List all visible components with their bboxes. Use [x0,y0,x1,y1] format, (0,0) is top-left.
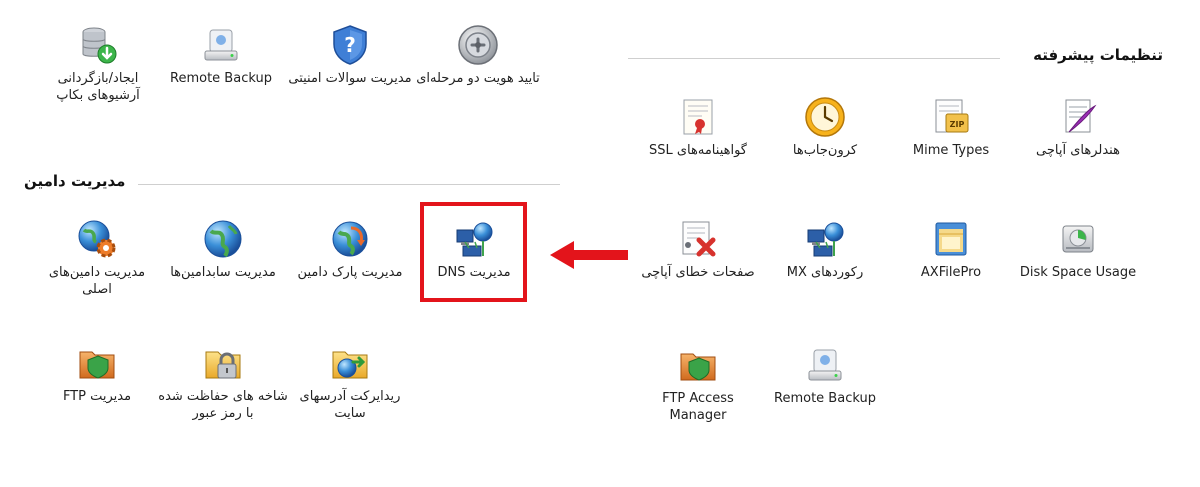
ftp-access-manager-label: FTP Access Manager [662,391,734,423]
error-page-icon [682,221,716,257]
redirects-item[interactable]: ریدایرکت آدرسهای سایت [285,342,415,422]
remote-backup-label: Remote Backup [774,391,876,406]
security-questions-item[interactable]: ? مدیریت سوالات امنیتی [285,24,415,87]
folder-lock-icon [205,351,241,379]
remote-backup-top-item[interactable]: Remote Backup [156,24,286,87]
svg-text:?: ? [344,33,356,57]
folder-shield-icon [79,351,115,379]
dns-highlight-box [420,202,527,302]
backup-archives-item[interactable]: ایجاد/بازگردانی آرشیوهای بکاپ [33,24,163,104]
protected-directories-item[interactable]: شاخه های حفاظت شده با رمز عبور [158,342,288,422]
mx-records-label: رکوردهای MX [786,265,864,280]
axfilepro-item[interactable]: AXFilePro [886,218,1016,281]
main-domains-label: مدیریت دامین‌های اصلی [48,265,146,297]
disk-space-usage-item[interactable]: Disk Space Usage [1013,218,1143,281]
domain-management-divider [138,184,560,185]
backup-archives-label: ایجاد/بازگردانی آرشیوهای بکاپ [56,71,140,103]
shield-question-icon: ? [333,25,367,65]
protected-directories-label: شاخه های حفاظت شده با رمز عبور [158,389,288,421]
folder-globe-icon [332,351,368,379]
ftp-management-label: مدیریت FTP [62,389,132,404]
drive-icon [204,29,238,61]
apache-handlers-item[interactable]: هندلرهای آپاچی [1013,96,1143,159]
apache-error-pages-item[interactable]: صفحات خطای آپاچی [633,218,763,281]
globe-gear-icon [78,220,116,258]
subdomains-item[interactable]: مدیریت سابدامین‌ها [158,218,288,281]
domain-management-header: مدیریت دامین [24,172,560,192]
certificate-icon [683,99,713,135]
parked-domains-item[interactable]: مدیریت پارک دامین [285,218,415,281]
ftp-management-item[interactable]: مدیریت FTP [32,342,162,405]
database-download-icon [82,27,117,64]
mime-types-label: Mime Types [912,143,990,158]
domain-management-title: مدیریت دامین [24,172,126,190]
ssl-certificates-item[interactable]: گواهینامه‌های SSL [633,96,763,159]
globe-icon [204,220,242,258]
remote-backup-item[interactable]: Remote Backup [760,344,890,407]
advanced-settings-divider [628,58,1000,59]
advanced-settings-header: تنظیمات پیشرفته [628,46,1163,66]
apache-handlers-label: هندلرهای آپاچی [1036,143,1120,158]
main-domains-item[interactable]: مدیریت دامین‌های اصلی [32,218,162,298]
mx-records-item[interactable]: رکوردهای MX [760,218,890,281]
network-globe-icon [807,222,844,257]
ftp-access-manager-item[interactable]: FTP Access Manager [633,344,763,424]
advanced-settings-title: تنظیمات پیشرفته [1033,46,1163,64]
dial-gear-icon [458,25,498,65]
file-window-icon [935,222,967,256]
ssl-certificates-label: گواهینامه‌های SSL [649,143,747,158]
clock-icon [805,97,845,137]
mime-types-item[interactable]: ZIP Mime Types [886,96,1016,159]
axfilepro-label: AXFilePro [920,265,982,280]
red-arrow-icon [550,241,628,269]
document-feather-icon [1065,99,1097,133]
parked-domains-label: مدیریت پارک دامین [297,265,403,280]
security-questions-label: مدیریت سوالات امنیتی [288,71,412,86]
subdomains-label: مدیریت سابدامین‌ها [170,265,276,280]
globe-arrow-icon [332,221,368,257]
two-factor-auth-label: تایید هویت دو مرحله‌ای [416,71,540,86]
remote-backup-top-label: Remote Backup [170,71,272,86]
redirects-label: ریدایرکت آدرسهای سایت [299,389,401,421]
two-factor-auth-item[interactable]: تایید هویت دو مرحله‌ای [413,24,543,87]
zip-file-icon: ZIP [935,99,969,133]
cron-jobs-label: کرون‌جاب‌ها [792,143,858,158]
svg-text:ZIP: ZIP [950,120,965,129]
hard-disk-pie-icon [1062,225,1094,253]
drive-icon [808,349,842,381]
apache-error-pages-label: صفحات خطای آپاچی [641,265,755,280]
cron-jobs-item[interactable]: کرون‌جاب‌ها [760,96,890,159]
folder-shield-icon [680,353,716,381]
disk-space-usage-label: Disk Space Usage [1019,265,1137,280]
